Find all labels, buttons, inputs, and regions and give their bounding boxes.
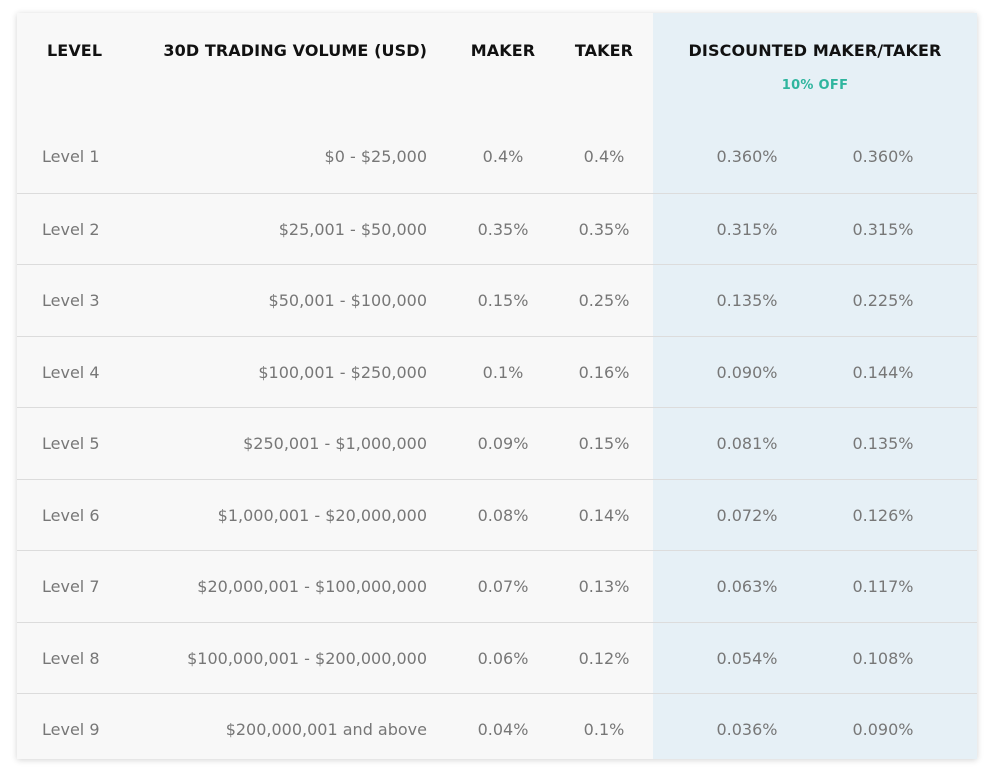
cell-level: Level 8 xyxy=(42,648,100,668)
table-row: Level 2 $25,001 - $50,000 0.35% 0.35% 0.315%… xyxy=(17,192,977,266)
cell-maker-fee: 0.35% xyxy=(477,219,529,239)
cell-maker-fee: 0.15% xyxy=(477,291,529,310)
cell-volume: $50,001 - $100,000 xyxy=(268,291,427,310)
cell-discounted-maker-fee: 0.036% xyxy=(716,720,778,739)
cell-taker-fee: 0.35% xyxy=(578,219,630,239)
cell-taker-fee: 0.16% xyxy=(578,362,630,382)
cell-discounted-taker-fee: 0.117% xyxy=(852,577,914,596)
cell-discounted-taker-fee: 0.108% xyxy=(852,648,914,668)
header-discounted: DISCOUNTED MAKER/TAKER xyxy=(688,41,942,60)
cell-taker-fee: 0.15% xyxy=(578,434,630,453)
cell-discounted-maker-fee: 0.081% xyxy=(716,434,778,453)
header-level: LEVEL xyxy=(47,41,103,60)
cell-discounted-maker-fee: 0.135% xyxy=(716,291,778,310)
fee-table: LEVEL 30D TRADING VOLUME (USD) MAKER TAK… xyxy=(17,13,977,759)
cell-discounted-maker-fee: 0.360% xyxy=(716,147,778,166)
cell-volume: $1,000,001 - $20,000,000 xyxy=(217,505,427,525)
cell-taker-fee: 0.25% xyxy=(578,291,630,310)
cell-volume: $0 - $25,000 xyxy=(324,147,427,166)
cell-maker-fee: 0.07% xyxy=(477,577,529,596)
cell-level: Level 3 xyxy=(42,291,100,310)
cell-discounted-taker-fee: 0.090% xyxy=(852,720,914,739)
header-maker: MAKER xyxy=(470,41,536,60)
cell-discounted-taker-fee: 0.144% xyxy=(852,362,914,382)
table-row: Level 5 $250,001 - $1,000,000 0.09% 0.15% 0.… xyxy=(17,407,977,480)
cell-maker-fee: 0.1% xyxy=(482,362,524,382)
cell-discounted-maker-fee: 0.315% xyxy=(716,219,778,239)
table-row: Level 1 $0 - $25,000 0.4% 0.4% 0.360% 0.360% xyxy=(17,121,977,193)
cell-volume: $100,000,001 - $200,000,000 xyxy=(187,648,427,668)
cell-discounted-taker-fee: 0.135% xyxy=(852,434,914,453)
cell-discounted-maker-fee: 0.072% xyxy=(716,505,778,525)
cell-maker-fee: 0.09% xyxy=(477,434,529,453)
table-row: Level 8 $100,000,001 - $200,000,000 0.06% 0… xyxy=(17,621,977,695)
table-row: Level 4 $100,001 - $250,000 0.1% 0.16% 0.090… xyxy=(17,335,977,409)
cell-discounted-taker-fee: 0.126% xyxy=(852,505,914,525)
cell-volume: $200,000,001 and above xyxy=(225,720,427,739)
cell-maker-fee: 0.06% xyxy=(477,648,529,668)
discount-badge: 10% OFF xyxy=(781,78,849,93)
cell-discounted-maker-fee: 0.090% xyxy=(716,362,778,382)
header-taker: TAKER xyxy=(574,41,634,60)
cell-discounted-maker-fee: 0.063% xyxy=(716,577,778,596)
cell-level: Level 5 xyxy=(42,434,100,453)
cell-level: Level 7 xyxy=(42,577,100,596)
cell-discounted-taker-fee: 0.315% xyxy=(852,219,914,239)
cell-volume: $25,001 - $50,000 xyxy=(278,219,427,239)
table-row: Level 3 $50,001 - $100,000 0.15% 0.25% 0.135… xyxy=(17,264,977,337)
cell-taker-fee: 0.14% xyxy=(578,505,630,525)
cell-volume: $250,001 - $1,000,000 xyxy=(243,434,427,453)
cell-taker-fee: 0.1% xyxy=(583,720,625,739)
cell-taker-fee: 0.4% xyxy=(583,147,625,166)
cell-maker-fee: 0.08% xyxy=(477,505,529,525)
cell-maker-fee: 0.4% xyxy=(482,147,524,166)
cell-taker-fee: 0.12% xyxy=(578,648,630,668)
cell-level: Level 1 xyxy=(42,147,100,166)
cell-discounted-maker-fee: 0.054% xyxy=(716,648,778,668)
cell-level: Level 6 xyxy=(42,505,100,525)
table-header: LEVEL 30D TRADING VOLUME (USD) MAKER TAK… xyxy=(17,13,977,121)
cell-maker-fee: 0.04% xyxy=(477,720,529,739)
cell-level: Level 2 xyxy=(42,219,100,239)
cell-level: Level 9 xyxy=(42,720,100,739)
cell-volume: $100,001 - $250,000 xyxy=(258,362,427,382)
cell-volume: $20,000,001 - $100,000,000 xyxy=(197,577,427,596)
header-volume: 30D TRADING VOLUME (USD) xyxy=(163,41,427,60)
table-row: Level 7 $20,000,001 - $100,000,000 0.07% 0.… xyxy=(17,550,977,623)
table-row: Level 9 $200,000,001 and above 0.04% 0.1% 0.… xyxy=(17,693,977,759)
table-row: Level 6 $1,000,001 - $20,000,000 0.08% 0.14… xyxy=(17,478,977,552)
cell-discounted-taker-fee: 0.360% xyxy=(852,147,914,166)
cell-level: Level 4 xyxy=(42,362,100,382)
cell-discounted-taker-fee: 0.225% xyxy=(852,291,914,310)
cell-taker-fee: 0.13% xyxy=(578,577,630,596)
